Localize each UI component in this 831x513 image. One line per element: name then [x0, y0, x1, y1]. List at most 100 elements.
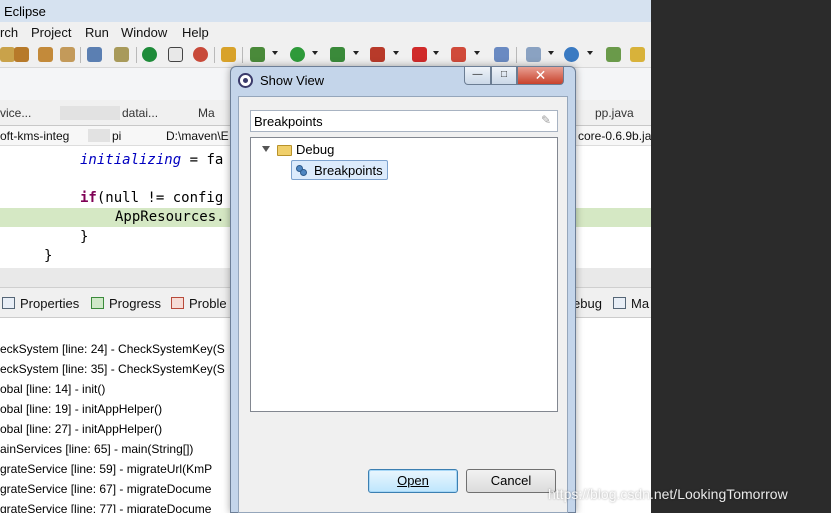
- editor-tab-ma[interactable]: Ma: [198, 106, 215, 120]
- tree-item-label: Breakpoints: [314, 163, 383, 178]
- external-tools-icon[interactable]: [370, 47, 385, 62]
- coverage-icon[interactable]: [330, 47, 345, 62]
- cancel-button[interactable]: Cancel: [466, 469, 556, 493]
- chevron-down-icon[interactable]: [474, 51, 480, 55]
- run-icon[interactable]: [290, 47, 305, 62]
- toolbar-separator: [80, 47, 81, 63]
- watermark: https://blog.csdn.net/LookingTomorrow: [548, 486, 788, 502]
- tab-progress[interactable]: Progress: [91, 296, 161, 311]
- tab-problems[interactable]: Proble: [171, 296, 227, 311]
- tree-item-breakpoints[interactable]: Breakpoints: [291, 160, 388, 180]
- menu-help[interactable]: Help: [182, 25, 209, 40]
- web-service-icon[interactable]: [564, 47, 579, 62]
- breadcrumb-jar[interactable]: core-0.6.9b.ja: [578, 129, 651, 143]
- breadcrumb-project[interactable]: oft-kms-integ: [0, 129, 69, 143]
- blurred-region: [60, 106, 120, 120]
- code-text: = fa: [181, 152, 224, 168]
- expand-arrow-icon[interactable]: [262, 146, 270, 152]
- clear-icon[interactable]: ✎: [541, 114, 553, 127]
- tree-folder-debug[interactable]: Debug: [296, 142, 334, 157]
- view-tree[interactable]: Debug Breakpoints: [250, 137, 558, 412]
- debug-bug-icon[interactable]: [250, 47, 265, 62]
- server-icon[interactable]: [451, 47, 466, 62]
- console-line: obal [line: 27] - initAppHelper(): [0, 422, 163, 436]
- open-type-icon[interactable]: [606, 47, 621, 62]
- text-replace-icon[interactable]: [494, 47, 509, 62]
- tab-ma[interactable]: Ma: [613, 296, 649, 311]
- cancel-button-label: Cancel: [490, 473, 532, 488]
- breadcrumb-api[interactable]: pi: [112, 129, 121, 143]
- chevron-down-icon[interactable]: [548, 51, 554, 55]
- arrow-icon[interactable]: [0, 47, 15, 62]
- console-line: eckSystem [line: 35] - CheckSystemKey(S: [0, 362, 225, 376]
- markers-icon: [613, 297, 626, 309]
- problems-icon: [171, 297, 184, 309]
- toolbar-separator: [242, 47, 243, 63]
- stop-icon[interactable]: [412, 47, 427, 62]
- dialog-title-bar[interactable]: Show View — □ ✕: [231, 67, 575, 93]
- console-line: ainServices [line: 65] - main(String[]): [0, 442, 194, 456]
- toolbar: [0, 42, 651, 68]
- show-view-dialog: Show View — □ ✕ Breakpoints ✎ Debug Brea…: [230, 66, 576, 513]
- chevron-down-icon[interactable]: [312, 51, 318, 55]
- eclipse-title: Eclipse: [4, 4, 46, 19]
- power-icon[interactable]: [142, 47, 157, 62]
- tab-properties[interactable]: Properties: [2, 296, 79, 311]
- dialog-body: Breakpoints ✎ Debug Breakpoints Open Can…: [238, 96, 568, 513]
- folder-icon: [277, 145, 292, 156]
- dialog-title: Show View: [260, 73, 325, 88]
- console-line: grateService [line: 67] - migrateDocume: [0, 482, 212, 496]
- code-line: }: [80, 229, 89, 245]
- code-line: if(null != config: [80, 190, 223, 206]
- minimize-button[interactable]: —: [464, 67, 491, 85]
- editor-tab-java[interactable]: pp.java: [595, 106, 634, 120]
- maximize-button[interactable]: □: [491, 67, 517, 85]
- code-line: }: [44, 248, 53, 264]
- code-keyword: if: [80, 190, 97, 206]
- toolbar-separator: [214, 47, 215, 63]
- tab-label: Proble: [189, 296, 227, 311]
- back-icon[interactable]: [14, 47, 29, 62]
- code-text: (null != config: [96, 190, 224, 206]
- blurred-region: [88, 129, 110, 142]
- forward-icon[interactable]: [38, 47, 53, 62]
- menu-project[interactable]: Project: [31, 25, 71, 40]
- console-line: eckSystem [line: 24] - CheckSystemKey(S: [0, 342, 225, 356]
- menu-search[interactable]: rch: [0, 25, 18, 40]
- breadcrumb-maven-path[interactable]: D:\maven\E: [166, 129, 229, 143]
- last-edit-icon[interactable]: [60, 47, 75, 62]
- tab-label: Ma: [631, 296, 650, 311]
- tab-label: Progress: [109, 296, 162, 311]
- chevron-down-icon[interactable]: [587, 51, 593, 55]
- properties-icon: [2, 297, 15, 309]
- menu-window[interactable]: Window: [121, 25, 167, 40]
- chevron-down-icon[interactable]: [433, 51, 439, 55]
- editor-tab-datai[interactable]: datai...: [122, 106, 158, 120]
- dark-background: [651, 0, 831, 513]
- new-java-class-icon[interactable]: [526, 47, 541, 62]
- skip-breakpoints-icon[interactable]: [168, 47, 183, 62]
- filter-input[interactable]: Breakpoints ✎: [250, 110, 558, 132]
- chevron-down-icon[interactable]: [353, 51, 359, 55]
- open-button-label: Open: [397, 473, 429, 488]
- tab-debug[interactable]: ebug: [573, 296, 602, 311]
- console-line: grateService [line: 59] - migrateUrl(KmP: [0, 462, 213, 476]
- chevron-down-icon[interactable]: [272, 51, 278, 55]
- save-icon[interactable]: [221, 47, 236, 62]
- menu-run[interactable]: Run: [85, 25, 109, 40]
- close-button[interactable]: ✕: [517, 67, 564, 85]
- toolbar-separator: [516, 47, 517, 63]
- debug-perspective-icon[interactable]: [193, 47, 208, 62]
- refresh-icon[interactable]: [114, 47, 129, 62]
- progress-icon: [91, 297, 104, 309]
- open-folder-icon[interactable]: [630, 47, 645, 62]
- console-line: obal [line: 14] - init(): [0, 382, 106, 396]
- chevron-down-icon[interactable]: [393, 51, 399, 55]
- history-icon[interactable]: [87, 47, 102, 62]
- code-field: initializing: [80, 152, 182, 168]
- toolbar-separator: [136, 47, 137, 63]
- open-button[interactable]: Open: [368, 469, 458, 493]
- breakpoints-icon: [296, 165, 308, 177]
- editor-tab-service[interactable]: vice...: [0, 106, 31, 120]
- tab-label: Properties: [20, 296, 80, 311]
